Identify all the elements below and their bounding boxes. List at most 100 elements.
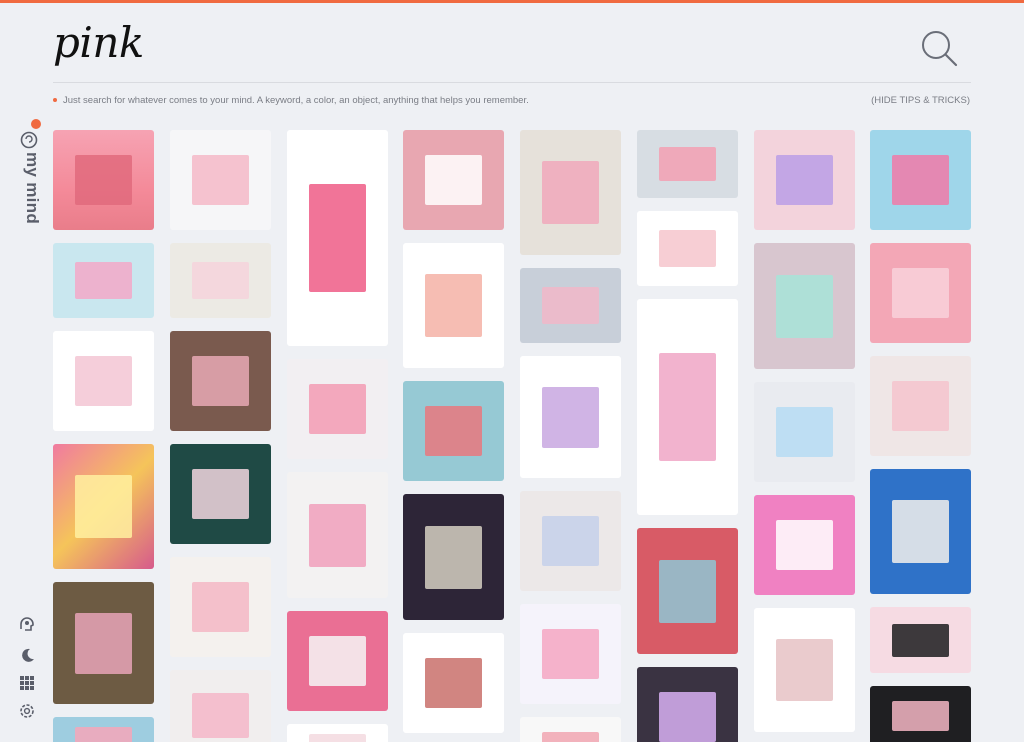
image-tile-pink-tiles[interactable] bbox=[53, 243, 154, 318]
image-content bbox=[542, 161, 599, 224]
tips-text: Just search for whatever comes to your m… bbox=[63, 95, 529, 106]
tip-bullet bbox=[53, 98, 57, 103]
hide-tips-button[interactable]: (HIDE TIPS & TRICKS) bbox=[871, 95, 970, 106]
image-tile-earrings[interactable] bbox=[520, 356, 621, 478]
image-tile-white-dress[interactable] bbox=[754, 608, 855, 732]
image-tile-dolls[interactable] bbox=[520, 491, 621, 591]
image-content bbox=[542, 629, 599, 679]
image-tile-lingerie[interactable] bbox=[403, 381, 504, 481]
image-tile-rainbow-hair[interactable] bbox=[754, 243, 855, 369]
image-tile-balloon-street[interactable] bbox=[637, 130, 738, 198]
image-tile-clothes-collage[interactable] bbox=[637, 299, 738, 515]
header-divider bbox=[53, 82, 971, 83]
image-tile-balcony[interactable] bbox=[53, 582, 154, 704]
image-content bbox=[776, 520, 833, 570]
image-content bbox=[309, 503, 366, 567]
grid-icon bbox=[20, 676, 34, 690]
image-tile-rings-nails[interactable] bbox=[170, 444, 271, 544]
head-icon bbox=[20, 617, 34, 631]
image-tile-flowers[interactable] bbox=[53, 444, 154, 569]
image-content bbox=[776, 155, 833, 205]
dark-mode-button[interactable] bbox=[18, 646, 36, 664]
image-content bbox=[776, 407, 833, 457]
brand-name[interactable]: my mind bbox=[20, 152, 44, 224]
search-button[interactable] bbox=[918, 27, 960, 69]
image-tile-cards[interactable] bbox=[870, 356, 971, 456]
image-content bbox=[75, 612, 132, 674]
image-content bbox=[542, 286, 599, 325]
image-tile-bows[interactable] bbox=[870, 607, 971, 673]
image-content bbox=[75, 475, 132, 538]
image-tile-clothes-rack[interactable] bbox=[403, 633, 504, 733]
image-content bbox=[192, 155, 249, 205]
profile-button[interactable] bbox=[18, 615, 36, 633]
image-tile-pink-outfit[interactable] bbox=[287, 611, 388, 711]
image-tile-japanese-poster[interactable] bbox=[170, 130, 271, 230]
image-tile-purple-shoes[interactable] bbox=[637, 667, 738, 742]
image-tile-crystals[interactable] bbox=[754, 382, 855, 482]
image-content bbox=[892, 623, 949, 657]
image-content bbox=[192, 261, 249, 300]
image-content bbox=[542, 516, 599, 566]
image-content bbox=[776, 274, 833, 338]
image-content bbox=[659, 147, 716, 181]
image-tile-blue-frame[interactable] bbox=[870, 469, 971, 594]
settings-button[interactable] bbox=[18, 702, 36, 720]
image-tile-glass-domes[interactable] bbox=[520, 268, 621, 343]
accent-top-bar bbox=[0, 0, 1024, 3]
image-tile-pattern-pink[interactable] bbox=[754, 495, 855, 595]
image-tile-pink-card[interactable] bbox=[520, 717, 621, 742]
image-content bbox=[659, 229, 716, 268]
image-tile-phone-cases[interactable] bbox=[170, 557, 271, 657]
image-tile-figurines[interactable] bbox=[637, 211, 738, 286]
image-tile-tote-bags[interactable] bbox=[53, 331, 154, 431]
image-content bbox=[776, 639, 833, 701]
image-tile-pink-socks[interactable] bbox=[754, 130, 855, 230]
image-content bbox=[425, 406, 482, 456]
image-tile-confetti[interactable] bbox=[520, 604, 621, 704]
image-tile-blue-print[interactable] bbox=[53, 717, 154, 742]
image-content bbox=[75, 261, 132, 300]
image-content bbox=[192, 356, 249, 406]
notification-dot bbox=[31, 119, 41, 129]
search-icon bbox=[922, 31, 958, 67]
image-tile-pink-green-bags[interactable] bbox=[287, 359, 388, 459]
image-tile-lying-woman[interactable] bbox=[520, 130, 621, 255]
image-content bbox=[892, 155, 949, 205]
grid-view-button[interactable] bbox=[18, 674, 36, 692]
image-tile-pastel-candy[interactable] bbox=[170, 243, 271, 318]
image-content bbox=[542, 732, 599, 742]
image-tile-fashion-woman[interactable] bbox=[170, 670, 271, 742]
image-tile-colorful-shapes[interactable] bbox=[637, 528, 738, 654]
image-content bbox=[659, 692, 716, 742]
image-tile-white-tile[interactable] bbox=[287, 724, 388, 742]
gear-icon bbox=[20, 704, 34, 718]
image-tile-pink-coat[interactable] bbox=[287, 472, 388, 598]
logo[interactable] bbox=[19, 130, 39, 150]
image-content bbox=[892, 701, 949, 731]
image-content bbox=[425, 155, 482, 205]
image-tile-pink-room[interactable] bbox=[170, 331, 271, 431]
image-content bbox=[309, 184, 366, 292]
search-query-text[interactable]: pink bbox=[53, 18, 144, 67]
image-tile-book-cover[interactable] bbox=[403, 494, 504, 620]
image-content bbox=[425, 525, 482, 589]
image-content bbox=[425, 274, 482, 337]
image-content bbox=[892, 500, 949, 563]
image-content bbox=[425, 658, 482, 708]
image-content bbox=[892, 381, 949, 431]
image-tile-collage-grid[interactable] bbox=[403, 243, 504, 368]
image-content bbox=[192, 469, 249, 519]
image-tile-anime-boxes[interactable] bbox=[870, 130, 971, 230]
image-tile-plates[interactable] bbox=[870, 686, 971, 742]
image-content bbox=[75, 727, 132, 742]
image-content bbox=[659, 353, 716, 461]
results-grid bbox=[53, 130, 971, 742]
tips-line: Just search for whatever comes to your m… bbox=[53, 95, 529, 106]
image-tile-pink-pillow[interactable] bbox=[870, 243, 971, 343]
image-tile-pink-magazine[interactable] bbox=[287, 130, 388, 346]
image-content bbox=[192, 692, 249, 738]
image-tile-pink-building[interactable] bbox=[53, 130, 154, 230]
brain-logo-icon bbox=[20, 131, 38, 149]
image-tile-tea-table[interactable] bbox=[403, 130, 504, 230]
